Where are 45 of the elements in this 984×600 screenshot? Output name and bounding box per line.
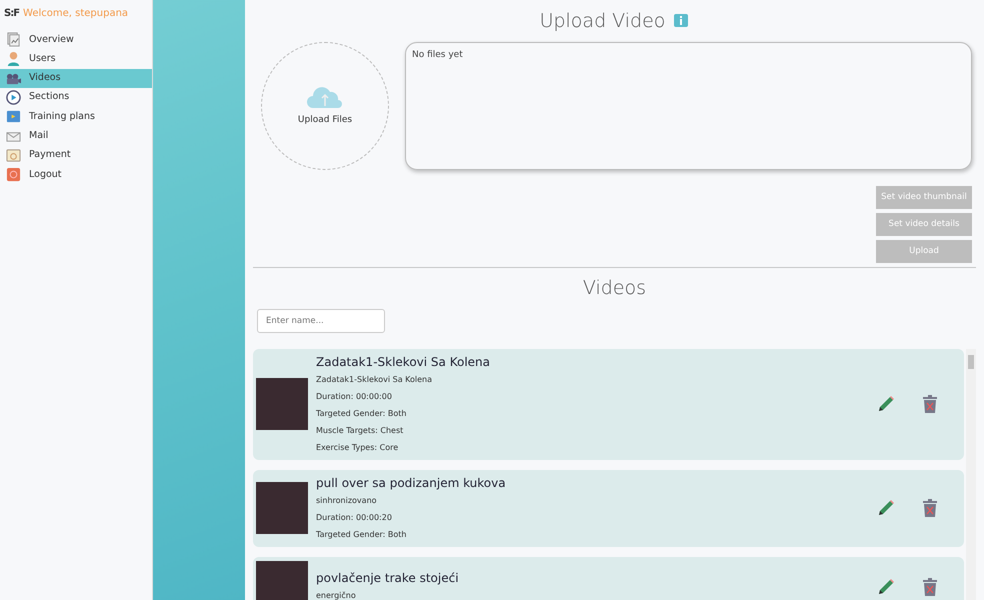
video-subtitle: energično xyxy=(316,590,357,600)
trash-icon[interactable] xyxy=(920,576,940,596)
sidebar-item[interactable]: Videos xyxy=(0,68,152,88)
video-thumbnail xyxy=(256,560,308,600)
cloud-upload-icon xyxy=(305,84,345,110)
sidebar-item[interactable]: Overview xyxy=(0,30,152,50)
trash-icon[interactable] xyxy=(920,394,940,414)
trash-icon[interactable] xyxy=(920,498,940,518)
info-icon[interactable] xyxy=(673,13,690,29)
dropzone-label: Upload Files xyxy=(298,114,352,128)
sidebar-item[interactable]: Logout xyxy=(0,165,152,184)
search-field[interactable]: Enter name... xyxy=(257,308,385,332)
video-detail: Exercise Types: Core xyxy=(316,442,400,454)
power-icon xyxy=(6,167,21,182)
sidebar-item[interactable]: Payment xyxy=(0,146,152,166)
video-detail: Duration: 00:00:00 xyxy=(316,390,393,402)
video-detail: Targeted Gender: Both xyxy=(316,408,408,420)
chart-icon xyxy=(6,32,21,48)
video-subtitle: sinhronizovano xyxy=(316,494,378,506)
video-detail: Duration: 00:00:20 xyxy=(316,512,393,524)
dropzone[interactable]: Upload Files xyxy=(261,42,389,170)
pencil-icon[interactable] xyxy=(876,394,896,414)
sidebar-item[interactable]: Training plans xyxy=(0,107,152,126)
video-detail: Targeted Gender: Both xyxy=(316,528,408,541)
play-icon xyxy=(6,90,21,106)
welcome-text: Welcome, stepupana xyxy=(23,6,128,20)
video-title: Zadatak1-Sklekovi Sa Kolena xyxy=(316,354,491,370)
video-subtitle: Zadatak1-Sklekovi Sa Kolena xyxy=(316,374,433,386)
pencil-icon[interactable] xyxy=(876,498,896,518)
payment-icon xyxy=(6,148,21,163)
sidebar-item[interactable]: Sections xyxy=(0,88,152,108)
video-title: pull over sa podizanjem kukova xyxy=(316,474,507,492)
folder-icon xyxy=(6,109,21,124)
video-thumbnail xyxy=(256,482,308,534)
logo: S:F xyxy=(4,6,20,20)
file-list-box: No files yet xyxy=(405,42,972,170)
section-title: Upload Video xyxy=(540,8,666,34)
sidebar-item[interactable]: Mail xyxy=(0,126,152,146)
section-title: Videos xyxy=(582,276,648,301)
person-icon xyxy=(6,51,21,66)
pencil-icon[interactable] xyxy=(876,576,896,596)
video-detail: Muscle Targets: Chest xyxy=(316,424,404,437)
sidebar-item[interactable]: Users xyxy=(0,49,152,69)
video-thumbnail xyxy=(256,378,308,430)
video-title: povlačenje trake stojeći xyxy=(316,570,460,587)
